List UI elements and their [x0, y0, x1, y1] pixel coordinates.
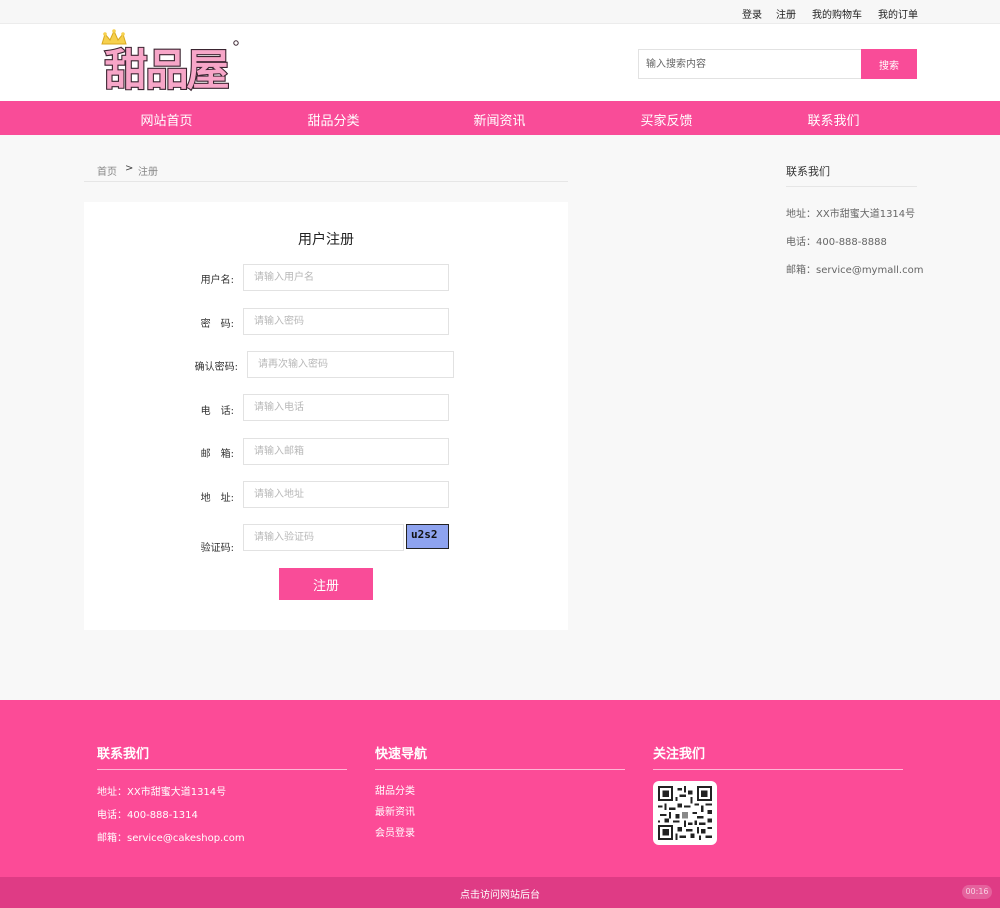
email-label: 邮 箱:	[200, 449, 234, 460]
main-nav: 网站首页 甜品分类 新闻资讯 买家反馈 联系我们	[0, 101, 1000, 135]
register-form-card: 用户注册 用户名: 密 码: 确认密码: 电 话: 邮 箱: 地 址: 验证码:…	[84, 202, 568, 630]
nav-item-feedback[interactable]: 买家反馈	[583, 110, 750, 129]
logo-text: 甜品屋	[105, 46, 229, 92]
crown-logo-icon: 甜品屋	[101, 29, 239, 97]
corner-badge: 00:16	[962, 885, 992, 899]
breadcrumb-home[interactable]: 首页	[97, 163, 117, 178]
sidebar-address: 地址：XX市甜蜜大道1314号	[786, 209, 916, 220]
address-field[interactable]	[243, 481, 449, 508]
username-label: 用户名:	[200, 275, 234, 286]
phone-label: 电 话:	[200, 406, 234, 417]
top-utility-bar: 登录 注册 我的购物车 我的订单	[0, 0, 1000, 24]
nav-item-news[interactable]: 新闻资讯	[416, 110, 583, 129]
orders-link[interactable]: 我的订单	[878, 6, 918, 21]
footer-contact-title: 联系我们	[97, 743, 347, 770]
username-field[interactable]	[243, 264, 449, 291]
login-link[interactable]: 登录	[742, 6, 762, 21]
nav-item-categories[interactable]: 甜品分类	[250, 110, 417, 129]
admin-backend-link[interactable]: 点击访问网站后台	[460, 890, 540, 901]
confirm-password-label: 确认密码:	[194, 362, 238, 373]
site-footer: 联系我们 地址：XX市甜蜜大道1314号 电话：400-888-1314 邮箱：…	[0, 700, 1000, 877]
phone-field[interactable]	[243, 394, 449, 421]
sidebar-title: 联系我们	[786, 163, 917, 187]
qr-code-icon	[653, 781, 717, 845]
captcha-label: 验证码:	[200, 543, 234, 554]
sidebar-email: 邮箱：service@mymall.com	[786, 265, 924, 276]
footer-phone: 电话：400-888-1314	[97, 810, 198, 821]
password-label: 密 码:	[200, 319, 234, 330]
email-field[interactable]	[243, 438, 449, 465]
search-button[interactable]: 搜索	[861, 49, 917, 79]
footer-address: 地址：XX市甜蜜大道1314号	[97, 787, 227, 798]
footer-follow-column: 关注我们	[653, 743, 903, 845]
site-logo[interactable]: 甜品屋	[88, 28, 244, 97]
footer-quicknav-column: 快速导航 甜品分类 最新资讯 会员登录	[375, 743, 625, 839]
breadcrumb: 首页 > 注册	[84, 162, 568, 182]
sidebar-contact: 联系我们 地址：XX市甜蜜大道1314号 电话：400-888-8888 邮箱：…	[786, 163, 923, 276]
footer-follow-title: 关注我们	[653, 743, 903, 770]
footer-contact-column: 联系我们 地址：XX市甜蜜大道1314号 电话：400-888-1314 邮箱：…	[97, 743, 347, 844]
breadcrumb-current: 注册	[138, 167, 158, 178]
cart-link[interactable]: 我的购物车	[812, 6, 862, 21]
footer-link-categories[interactable]: 甜品分类	[375, 782, 415, 797]
breadcrumb-separator: >	[125, 163, 134, 174]
register-button[interactable]: 注册	[279, 568, 373, 600]
confirm-password-field[interactable]	[247, 351, 454, 378]
footer-link-member-login[interactable]: 会员登录	[375, 824, 415, 839]
form-title: 用户注册	[298, 232, 354, 248]
nav-item-contact[interactable]: 联系我们	[750, 110, 917, 129]
footer-quicknav-title: 快速导航	[375, 743, 625, 770]
footer-link-news[interactable]: 最新资讯	[375, 803, 415, 818]
search-input[interactable]	[638, 49, 862, 79]
password-field[interactable]	[243, 308, 449, 335]
nav-item-home[interactable]: 网站首页	[83, 110, 250, 129]
footer-email: 邮箱：service@cakeshop.com	[97, 833, 245, 844]
captcha-image[interactable]: u2s2	[406, 524, 449, 549]
address-label: 地 址:	[200, 493, 234, 504]
site-header: 甜品屋 搜索	[0, 24, 1000, 101]
captcha-field[interactable]	[243, 524, 404, 551]
sidebar-phone: 电话：400-888-8888	[786, 237, 887, 248]
register-link[interactable]: 注册	[776, 6, 796, 21]
bottom-bar: 点击访问网站后台 00:16	[0, 877, 1000, 908]
